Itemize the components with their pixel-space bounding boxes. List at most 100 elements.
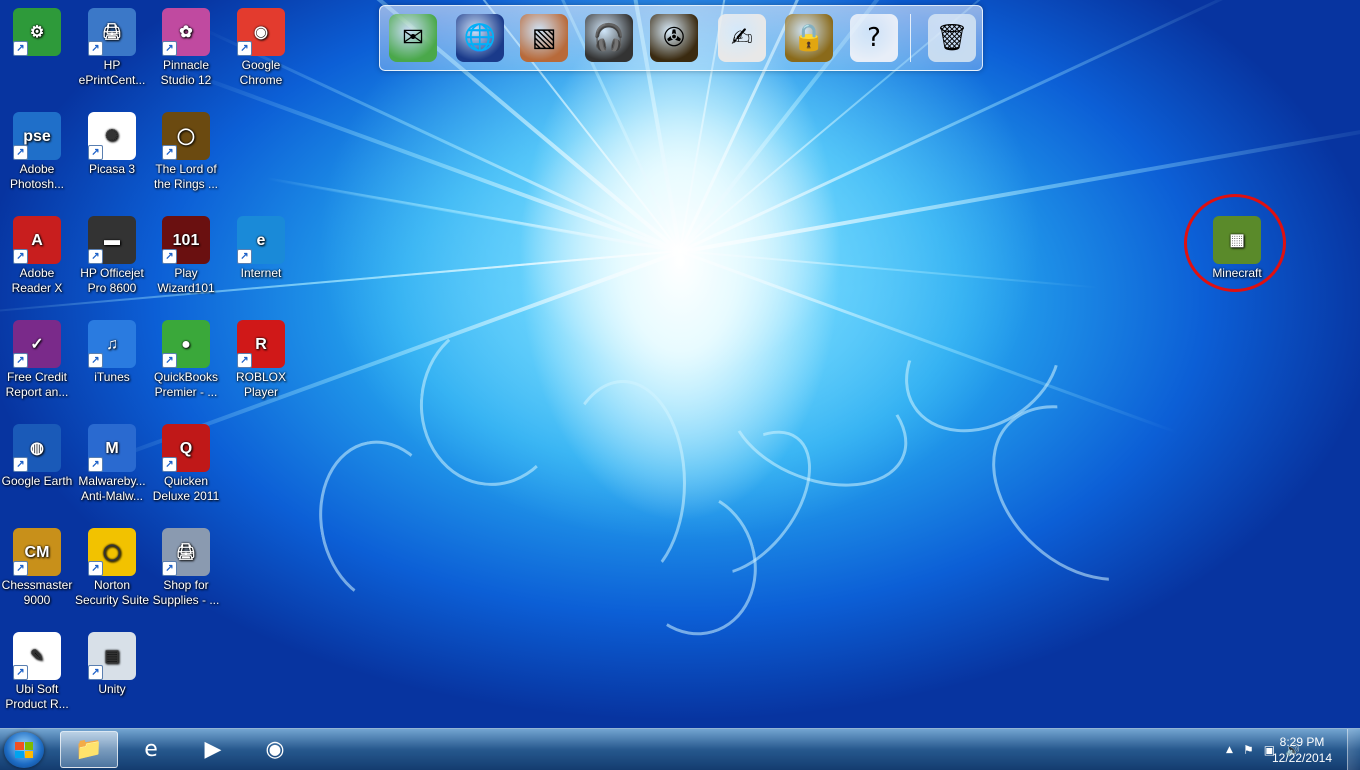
icon-label: Norton Security Suite	[74, 578, 150, 607]
shortcut-arrow-icon: ↗	[88, 249, 103, 264]
icon-label: Google Earth	[1, 474, 73, 488]
icon-label: Unity	[98, 682, 126, 696]
icon-label: Adobe Photosh...	[9, 162, 65, 191]
control-panel-shortcut[interactable]: ⚙ ↗	[0, 8, 75, 58]
internet-explorer-icon: e ↗	[237, 216, 285, 264]
quicken-shortcut[interactable]: Q ↗ Quicken Deluxe 2011	[148, 424, 224, 504]
roblox-icon: R ↗	[237, 320, 285, 368]
shortcut-arrow-icon: ↗	[162, 353, 177, 368]
lotr-shortcut[interactable]: ◯ ↗ The Lord of the Rings ...	[148, 112, 224, 192]
photos-icon[interactable]: ▧	[520, 14, 568, 62]
lotr-icon: ◯ ↗	[162, 112, 210, 160]
shortcut-arrow-icon: ↗	[13, 457, 28, 472]
recycle-bin-icon[interactable]: 🗑	[928, 14, 976, 62]
malwarebytes-shortcut[interactable]: M ↗ Malwareby... Anti-Malw...	[74, 424, 150, 504]
shortcut-arrow-icon: ↗	[13, 353, 28, 368]
adobe-reader-shortcut[interactable]: A ↗ Adobe Reader X	[0, 216, 75, 296]
highlight-circle	[1184, 194, 1286, 292]
hp-officejet-icon: ▬ ↗	[88, 216, 136, 264]
shortcut-arrow-icon: ↗	[13, 561, 28, 576]
norton-shortcut[interactable]: ◯ ↗ Norton Security Suite	[74, 528, 150, 608]
windows-explorer-button[interactable]: 📁	[60, 731, 118, 768]
shortcut-arrow-icon: ↗	[162, 561, 177, 576]
clock-time: 8:29 PM	[1279, 735, 1325, 749]
chrome-taskbar-button[interactable]: ◉	[246, 731, 304, 768]
unity-shortcut[interactable]: ▤ ↗ Unity	[74, 632, 150, 697]
ubisoft-shortcut[interactable]: ✎ ↗ Ubi Soft Product R...	[0, 632, 75, 712]
malwarebytes-icon: M ↗	[88, 424, 136, 472]
shortcut-arrow-icon: ↗	[88, 665, 103, 680]
google-earth-shortcut[interactable]: ◍ ↗ Google Earth	[0, 424, 75, 489]
shortcut-arrow-icon: ↗	[88, 145, 103, 160]
roblox-shortcut[interactable]: R ↗ ROBLOX Player	[223, 320, 299, 400]
internet-explorer-taskbar-icon: e	[144, 737, 158, 762]
shortcut-arrow-icon: ↗	[162, 145, 177, 160]
dock-separator	[910, 14, 911, 62]
action-center-flag-icon[interactable]: ⚑	[1243, 743, 1254, 757]
picasa-icon: ✺ ↗	[88, 112, 136, 160]
icon-label: The Lord of the Rings ...	[153, 162, 219, 191]
mail-icon[interactable]: ✉	[389, 14, 437, 62]
dock-bar: ✉ 🌐 ▧ 🎧 ✇ ✍ 🔒? 🗑	[379, 5, 983, 71]
windows-logo-icon	[15, 742, 33, 758]
show-desktop-button[interactable]	[1347, 729, 1360, 770]
icon-label: Quicken Deluxe 2011	[152, 474, 220, 503]
shortcut-arrow-icon: ↗	[13, 145, 28, 160]
notepad-icon[interactable]: ✍	[718, 14, 766, 62]
internet-explorer-shortcut[interactable]: e ↗ Internet	[223, 216, 299, 281]
icon-label: Google Chrome	[239, 58, 283, 87]
shortcut-arrow-icon: ↗	[237, 41, 252, 56]
experian-icon: ✓ ↗	[13, 320, 61, 368]
icon-label: Pinnacle Studio 12	[160, 58, 212, 87]
icon-label: Internet	[240, 266, 282, 280]
icon-label: Chessmaster 9000	[1, 578, 73, 607]
shop-supplies-shortcut[interactable]: 🖨 ↗ Shop for Supplies - ...	[148, 528, 224, 608]
icon-label: Ubi Soft Product R...	[5, 682, 69, 711]
start-button[interactable]	[4, 732, 44, 768]
google-chrome-shortcut[interactable]: ◉ ↗ Google Chrome	[223, 8, 299, 88]
chessmaster-shortcut[interactable]: CM ↗ Chessmaster 9000	[0, 528, 75, 608]
media-player-button[interactable]: ▶	[184, 731, 242, 768]
shortcut-arrow-icon: ↗	[88, 457, 103, 472]
adobe-photoshop-shortcut[interactable]: pse ↗ Adobe Photosh...	[0, 112, 75, 192]
picasa-shortcut[interactable]: ✺ ↗ Picasa 3	[74, 112, 150, 177]
media-player-icon: ▶	[204, 737, 222, 762]
tray-expand-icon[interactable]: ▲	[1226, 745, 1233, 755]
quickbooks-icon: ● ↗	[162, 320, 210, 368]
help-icon[interactable]: ?	[850, 14, 898, 62]
headphones-icon[interactable]: 🎧	[585, 14, 633, 62]
icon-label: Picasa 3	[88, 162, 136, 176]
icon-label: iTunes	[94, 370, 130, 384]
google-chrome-icon: ◉ ↗	[237, 8, 285, 56]
shortcut-arrow-icon: ↗	[88, 353, 103, 368]
hp-eprintcenter-shortcut[interactable]: 🖨 ↗ HP ePrintCent...	[74, 8, 150, 88]
internet-explorer-taskbar-button[interactable]: e	[122, 731, 180, 768]
quicken-icon: Q ↗	[162, 424, 210, 472]
icon-label: QuickBooks Premier - ...	[153, 370, 219, 399]
taskbar: 📁 e ▶ ◉ ▲ ⚑ ▣ 🔊 8:29 PM 12/22/2014	[0, 728, 1360, 770]
globe-icon[interactable]: 🌐	[456, 14, 504, 62]
hp-officejet-shortcut[interactable]: ▬ ↗ HP Officejet Pro 8600	[74, 216, 150, 296]
windows-explorer-icon: 📁	[75, 737, 103, 762]
shortcut-arrow-icon: ↗	[13, 41, 28, 56]
pinnacle-studio-shortcut[interactable]: ✿ ↗ Pinnacle Studio 12	[148, 8, 224, 88]
icon-label: Malwareby... Anti-Malw...	[78, 474, 146, 503]
clock-date: 12/22/2014	[1271, 751, 1333, 765]
icon-label: HP ePrintCent...	[78, 58, 146, 87]
experian-shortcut[interactable]: ✓ ↗ Free Credit Report an...	[0, 320, 75, 400]
clock[interactable]: 8:29 PM 12/22/2014	[1262, 734, 1342, 766]
adobe-reader-icon: A ↗	[13, 216, 61, 264]
shortcut-arrow-icon: ↗	[162, 41, 177, 56]
quickbooks-shortcut[interactable]: ● ↗ QuickBooks Premier - ...	[148, 320, 224, 400]
itunes-shortcut[interactable]: ♫ ↗ iTunes	[74, 320, 150, 385]
adobe-photoshop-icon: pse ↗	[13, 112, 61, 160]
film-reel-icon[interactable]: ✇	[650, 14, 698, 62]
wizard101-shortcut[interactable]: 101 ↗ Play Wizard101	[148, 216, 224, 296]
icon-label: Adobe Reader X	[11, 266, 63, 295]
icon-label: HP Officejet Pro 8600	[80, 266, 144, 295]
icon-label: Shop for Supplies - ...	[152, 578, 220, 607]
google-earth-icon: ◍ ↗	[13, 424, 61, 472]
icon-label: ROBLOX Player	[235, 370, 286, 399]
shortcut-arrow-icon: ↗	[88, 41, 103, 56]
lock-icon[interactable]: 🔒	[785, 14, 833, 62]
